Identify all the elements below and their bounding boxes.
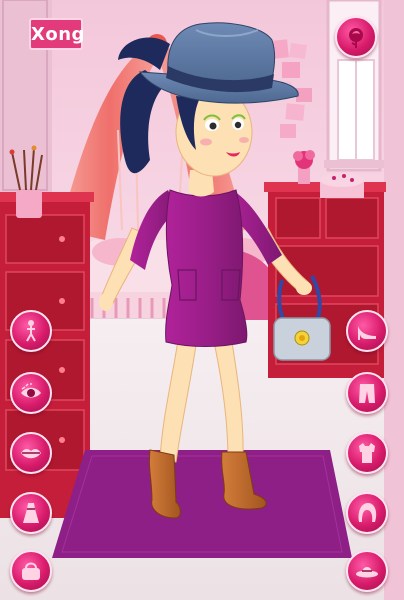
bag-category-button[interactable]	[10, 550, 52, 592]
done-button[interactable]: Xong	[29, 18, 84, 50]
body-figure-icon	[18, 318, 44, 344]
pants-icon	[354, 380, 380, 406]
dress-icon	[18, 500, 44, 526]
hair-icon	[354, 500, 380, 526]
eyes-category-button[interactable]	[10, 372, 52, 414]
high-heel-icon	[354, 318, 380, 344]
handbag-icon	[18, 558, 44, 584]
pants-category-button[interactable]	[346, 372, 388, 414]
game-scene: Xong	[0, 0, 404, 600]
rose-icon	[343, 24, 369, 50]
hat-icon	[354, 558, 380, 584]
lips-icon	[18, 440, 44, 466]
hat-category-button[interactable]	[346, 550, 388, 592]
eye-icon	[18, 380, 44, 406]
lips-category-button[interactable]	[10, 432, 52, 474]
top-category-button[interactable]	[346, 432, 388, 474]
shoes-category-button[interactable]	[346, 310, 388, 352]
room-background	[0, 0, 404, 600]
top-icon	[354, 440, 380, 466]
background-button[interactable]	[335, 16, 377, 58]
dress-category-button[interactable]	[10, 492, 52, 534]
hair-category-button[interactable]	[346, 492, 388, 534]
dress	[165, 189, 248, 347]
body-category-button[interactable]	[10, 310, 52, 352]
rug	[52, 450, 352, 558]
